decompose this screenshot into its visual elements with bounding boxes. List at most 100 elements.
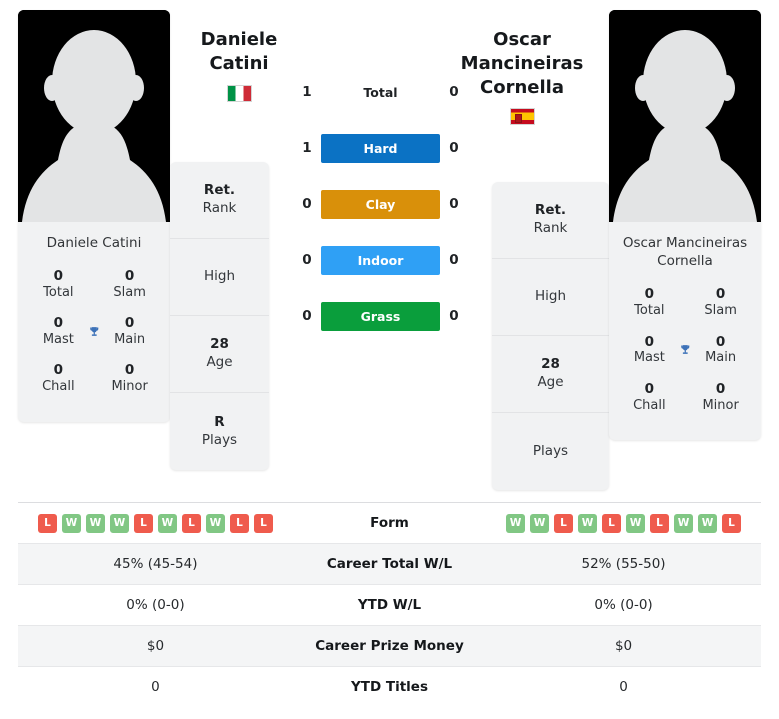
h2h-surface-bar-grass[interactable]: Grass (321, 301, 440, 331)
form-badge-w: W (578, 513, 598, 533)
trophy-icon (89, 318, 100, 346)
left-player-name-line-1: Daniele (200, 29, 278, 50)
trophy-row: 0 Total 0 Slam (18, 264, 170, 311)
h2h-right-count: 0 (449, 140, 459, 156)
info-label: Rank (533, 220, 568, 236)
trophy-icon (680, 336, 691, 364)
trophy-minor: 0 Minor (99, 362, 160, 395)
left-player-card-name: Daniele Catini (46, 235, 142, 251)
trophy-label: Mast (633, 350, 665, 366)
trophy-label: Total (43, 285, 74, 301)
form-badge-w: W (530, 513, 550, 533)
trophy-value: 0 (715, 333, 726, 350)
form-badge-w: W (205, 513, 225, 533)
table-row-form: LWWWLWLWLL Form WWLWLWLWWL (18, 502, 761, 544)
trophy-label: Total (634, 303, 665, 319)
left-player-name-line-2: Catini (209, 52, 269, 74)
left-info-plays: R Plays (170, 393, 269, 470)
left-ytd-titles: 0 (151, 679, 160, 696)
trophy-value: 0 (124, 315, 135, 332)
right-player-name-line-1: Oscar (493, 29, 551, 50)
left-info-high: High (170, 239, 269, 316)
h2h-row-grass: 0 Grass 0 (293, 288, 468, 344)
right-player-name-line-3: Cornella (480, 76, 564, 98)
left-player-card[interactable]: Daniele Catini 0 Total 0 Slam 0 Mast 0 M… (18, 10, 170, 422)
h2h-right-count: 0 (449, 252, 459, 268)
trophy-mast: 0 Mast (619, 334, 680, 367)
h2h-surface-bar-indoor[interactable]: Indoor (321, 245, 440, 275)
h2h-left-count: 0 (302, 196, 312, 212)
form-badge-w: W (674, 513, 694, 533)
trophy-main: 0 Main (690, 334, 751, 367)
left-ytd-wl: 0% (0-0) (126, 597, 185, 613)
left-info-age: 28 Age (170, 316, 269, 393)
right-player-card[interactable]: Oscar Mancineiras Cornella 0 Total 0 Sla… (609, 10, 761, 440)
info-label: Age (206, 354, 233, 370)
left-info-column: Ret. Rank High 28 Age R Plays (170, 162, 269, 470)
form-badge-l: L (133, 513, 153, 533)
trophy-label: Chall (42, 379, 75, 395)
form-badge-l: L (229, 513, 249, 533)
avatar-silhouette-icon (609, 10, 761, 222)
trophy-total: 0 Total (28, 268, 89, 301)
table-row-career-total-wl: 45% (45-54) Career Total W/L 52% (55-50) (18, 543, 761, 585)
form-badge-w: W (109, 513, 129, 533)
h2h-surface-bar-clay[interactable]: Clay (321, 189, 440, 219)
h2h-surface-bar-hard[interactable]: Hard (321, 133, 440, 163)
left-player-photo (18, 10, 170, 222)
italy-flag-icon (226, 84, 252, 102)
trophy-row: 0 Chall 0 Minor (609, 377, 761, 424)
trophy-label: Main (114, 332, 146, 348)
h2h-right-count: 0 (449, 308, 459, 324)
form-badge-w: W (61, 513, 81, 533)
left-career-total-wl: 45% (45-54) (113, 556, 198, 572)
trophy-total: 0 Total (619, 286, 680, 319)
trophy-value: 0 (53, 268, 64, 285)
trophy-label: Mast (42, 332, 74, 348)
form-badge-l: L (554, 513, 574, 533)
table-row-career-prize-money: $0 Career Prize Money $0 (18, 625, 761, 667)
top-section: Daniele Catini 0 Total 0 Slam 0 Mast 0 M… (0, 0, 779, 500)
right-player-name-header: Oscar Mancineiras Cornella (456, 28, 588, 126)
right-info-high: High (492, 259, 609, 336)
right-player-card-name: Oscar Mancineiras Cornella (622, 235, 748, 270)
right-info-plays: Plays (492, 413, 609, 490)
left-form-badges: LWWWLWLWLL (18, 513, 293, 533)
trophy-main: 0 Main (99, 315, 160, 348)
trophy-mast: 0 Mast (28, 315, 89, 348)
h2h-left-count: 1 (302, 140, 312, 156)
form-badge-l: L (602, 513, 622, 533)
info-label: Plays (201, 431, 238, 448)
right-player-name-line-2: Mancineiras (460, 52, 584, 74)
info-value: Ret. (534, 202, 567, 219)
right-ytd-titles: 0 (619, 679, 628, 696)
right-info-rank: Ret. Rank (492, 182, 609, 259)
row-label-ytd-wl: YTD W/L (357, 597, 422, 613)
form-badge-l: L (181, 513, 201, 533)
info-label: High (534, 288, 567, 305)
table-row-ytd-wl: 0% (0-0) YTD W/L 0% (0-0) (18, 584, 761, 626)
trophy-label: Minor (111, 379, 148, 395)
left-player-name-header: Daniele Catini (178, 28, 300, 102)
right-player-photo (609, 10, 761, 222)
right-form-badges: WWLWLWLWWL (486, 513, 761, 533)
trophy-value: 0 (715, 286, 726, 303)
trophy-value: 0 (644, 380, 655, 397)
info-label: High (203, 268, 236, 285)
info-label: Rank (202, 200, 237, 216)
trophy-value: 0 (715, 380, 726, 397)
spain-flag-icon (509, 108, 535, 126)
right-ytd-wl: 0% (0-0) (594, 597, 653, 613)
trophy-value: 0 (53, 315, 64, 332)
h2h-row-clay: 0 Clay 0 (293, 176, 468, 232)
form-badge-l: L (37, 513, 57, 533)
trophy-label: Slam (704, 303, 737, 319)
info-value: Ret. (203, 182, 236, 199)
form-badge-l: L (253, 513, 273, 533)
form-badge-l: L (650, 513, 670, 533)
right-info-column: Ret. Rank High 28 Age Plays (492, 182, 609, 490)
info-value: R (214, 413, 225, 430)
h2h-left-count: 0 (302, 308, 312, 324)
player-comparison-page: Daniele Catini Oscar Mancineiras Cornell… (0, 0, 779, 719)
right-career-total-wl: 52% (55-50) (581, 556, 666, 572)
